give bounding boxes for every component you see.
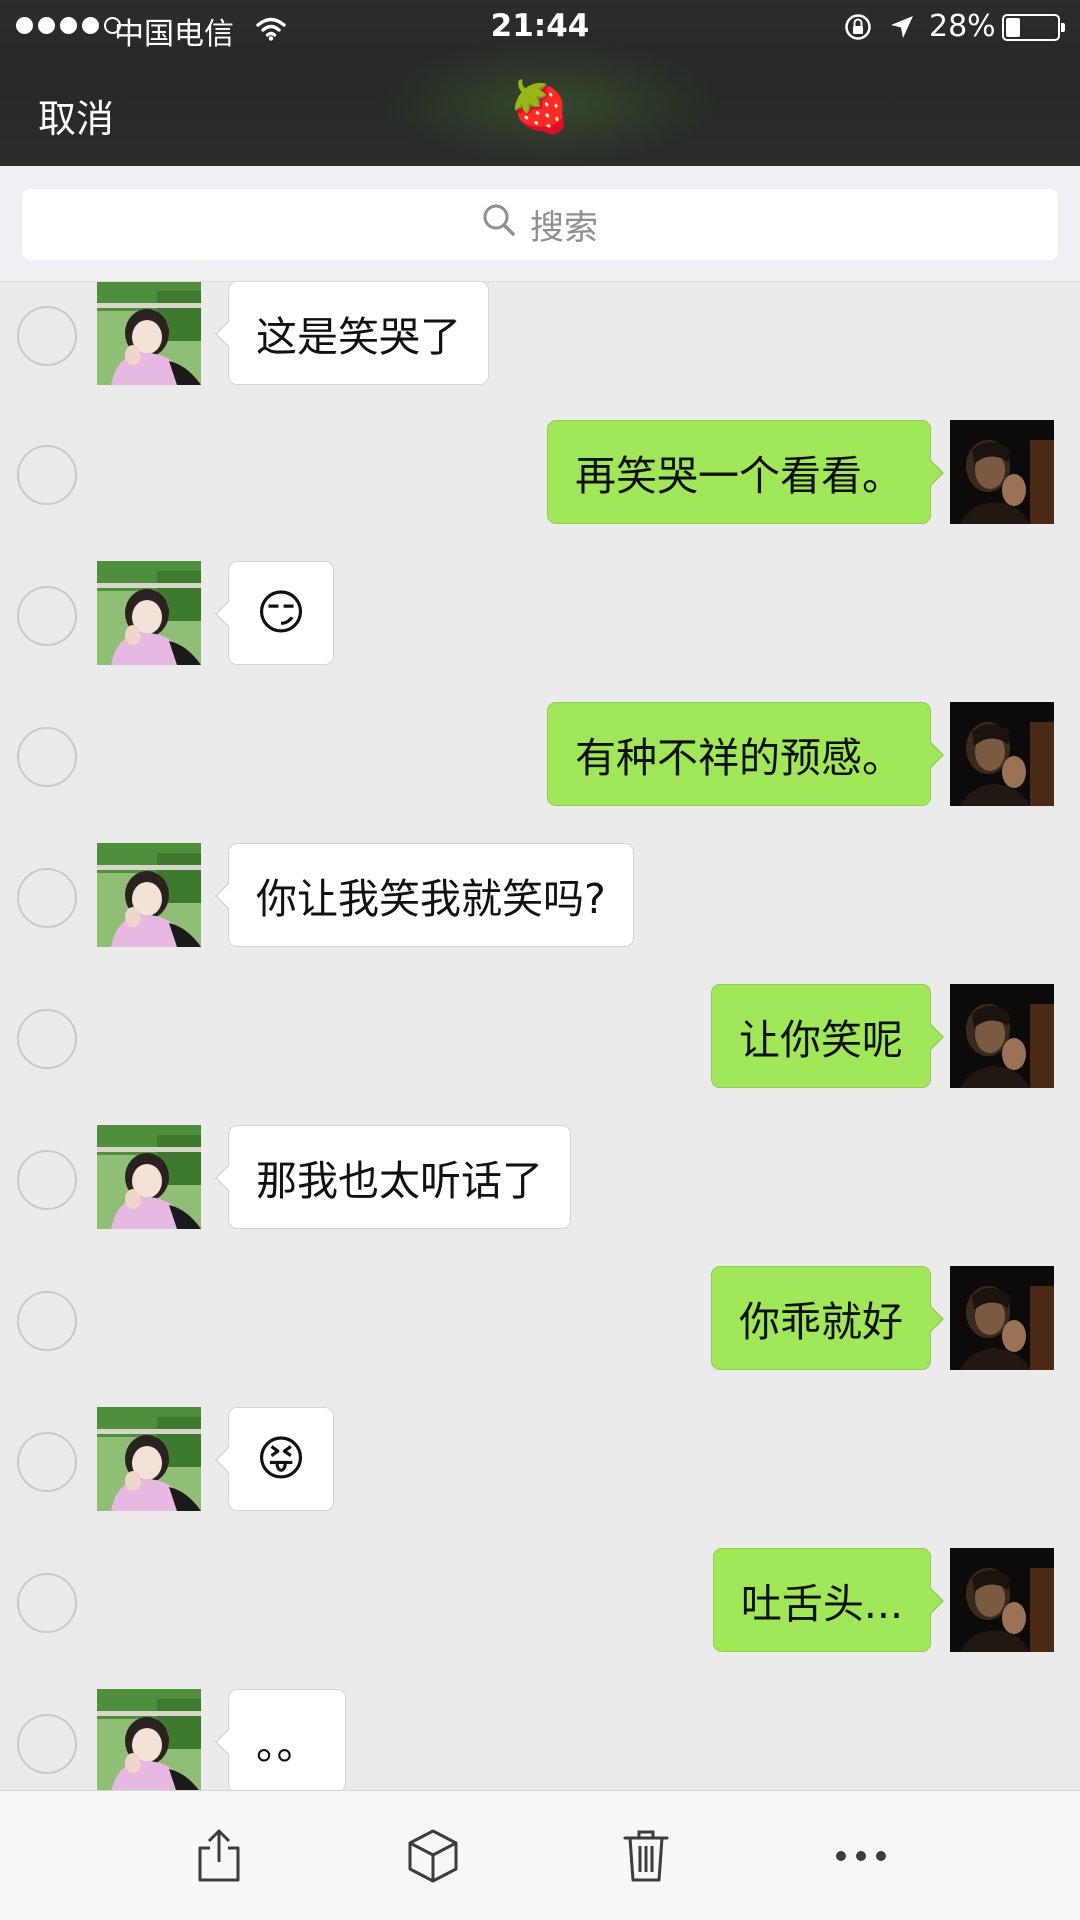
search-placeholder: 搜索	[530, 208, 598, 248]
message-bubble[interactable]: 那我也太听话了	[215, 1125, 571, 1229]
contact-avatar[interactable]	[97, 1689, 201, 1790]
rotation-lock-icon	[843, 12, 873, 50]
message-bubble[interactable]: 。。	[215, 1689, 346, 1790]
message-bubble[interactable]: 让你笑呢	[711, 984, 944, 1088]
select-checkbox[interactable]	[17, 306, 77, 366]
select-checkbox[interactable]	[17, 1432, 77, 1492]
select-checkbox[interactable]	[17, 1291, 77, 1351]
user-avatar[interactable]	[950, 702, 1054, 806]
select-checkbox[interactable]	[17, 1150, 77, 1210]
message-bubble[interactable]: 你乖就好	[711, 1266, 944, 1370]
search-input[interactable]: 搜索	[22, 189, 1058, 260]
battery-percent: 28%	[929, 9, 996, 44]
select-checkbox[interactable]	[17, 727, 77, 787]
box-icon[interactable]	[398, 1821, 468, 1891]
chat-title: 🍓	[508, 78, 572, 136]
contact-avatar[interactable]	[97, 282, 201, 385]
location-arrow-icon	[889, 13, 915, 48]
share-icon[interactable]	[184, 1821, 254, 1891]
message-row: 你乖就好	[0, 1266, 1080, 1370]
message-row: 😝	[0, 1407, 1080, 1511]
battery-level	[1006, 18, 1020, 37]
user-avatar[interactable]	[950, 1266, 1054, 1370]
message-bubble[interactable]: 😏	[214, 561, 335, 665]
top-bar: 中国电信 21:44 28% 取消 🍓	[0, 0, 1080, 166]
select-checkbox[interactable]	[17, 1573, 77, 1633]
contact-avatar[interactable]	[97, 1125, 201, 1229]
message-row: 吐舌头...	[0, 1548, 1080, 1652]
select-checkbox[interactable]	[17, 586, 77, 646]
message-row: 再笑哭一个看看。	[0, 420, 1080, 524]
select-checkbox[interactable]	[17, 868, 77, 928]
contact-avatar[interactable]	[97, 843, 201, 947]
message-row: 有种不祥的预感。	[0, 702, 1080, 806]
message-row: 😏	[0, 561, 1080, 665]
message-bubble[interactable]: 再笑哭一个看看。	[547, 420, 944, 524]
message-bubble[interactable]: 有种不祥的预感。	[547, 702, 944, 806]
message-bubble[interactable]: 你让我笑我就笑吗?	[215, 843, 634, 947]
message-row: 这是笑哭了	[0, 282, 1080, 385]
status-time: 21:44	[490, 8, 590, 44]
message-row: 你让我笑我就笑吗?	[0, 843, 1080, 947]
user-avatar[interactable]	[950, 420, 1054, 524]
message-bubble[interactable]: 这是笑哭了	[215, 282, 489, 385]
message-bubble[interactable]: 吐舌头...	[712, 1548, 945, 1652]
bottom-toolbar	[0, 1790, 1080, 1920]
battery-icon	[1002, 14, 1065, 41]
message-row: 那我也太听话了	[0, 1125, 1080, 1229]
select-checkbox[interactable]	[17, 445, 77, 505]
more-icon[interactable]	[826, 1821, 896, 1891]
select-checkbox[interactable]	[17, 1009, 77, 1069]
message-row: 让你笑呢	[0, 984, 1080, 1088]
contact-avatar[interactable]	[97, 561, 201, 665]
user-avatar[interactable]	[950, 984, 1054, 1088]
message-list[interactable]: 这是笑哭了 再笑哭一个看看。 😏 有种不祥的预感。 你让我笑我就笑吗? 让你笑呢…	[0, 282, 1080, 1790]
select-checkbox[interactable]	[17, 1714, 77, 1774]
trash-icon[interactable]	[611, 1821, 681, 1891]
message-bubble[interactable]: 😝	[214, 1407, 335, 1511]
search-bar: 搜索	[0, 166, 1080, 282]
user-avatar[interactable]	[950, 1548, 1054, 1652]
message-row: 。。	[0, 1689, 1080, 1790]
search-icon	[482, 203, 516, 246]
contact-avatar[interactable]	[97, 1407, 201, 1511]
status-bar: 中国电信 21:44 28%	[0, 0, 1080, 54]
